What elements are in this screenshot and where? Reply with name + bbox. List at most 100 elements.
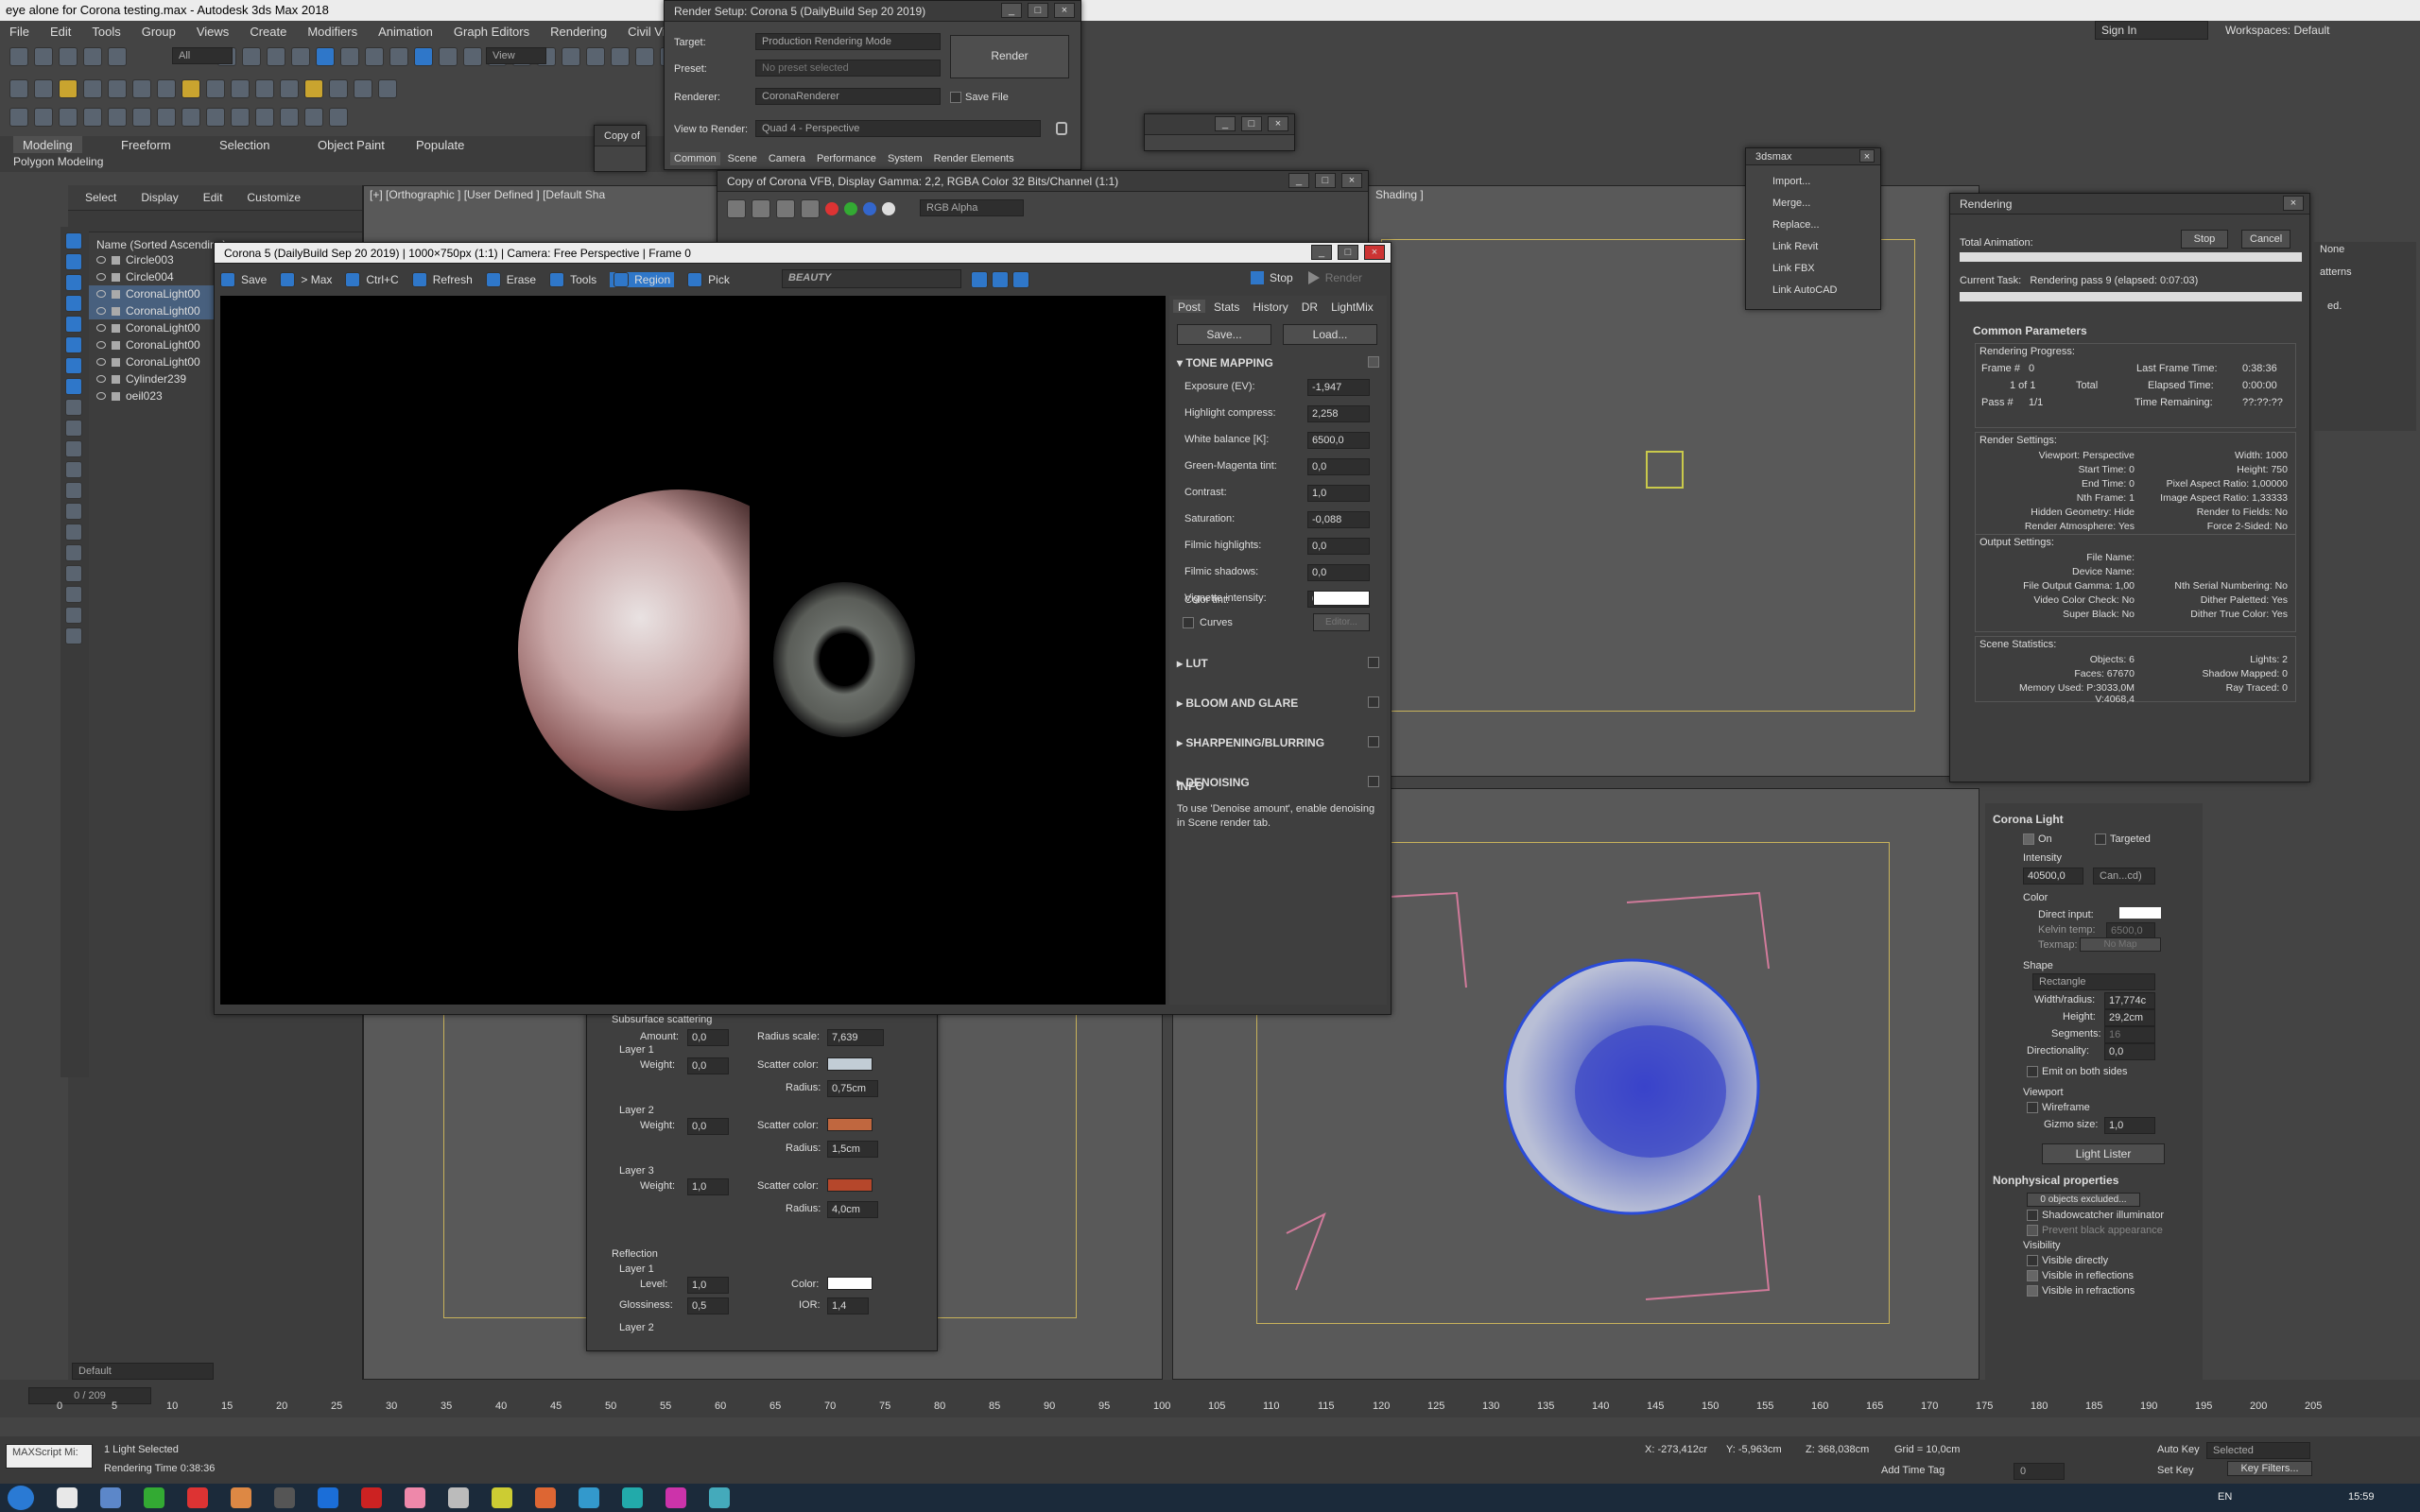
angle-snap-icon[interactable] bbox=[108, 108, 127, 127]
post-save-button[interactable]: Save... bbox=[1177, 324, 1271, 345]
radius-spinner[interactable]: 1,5cm bbox=[827, 1141, 878, 1158]
vfb-tools-button[interactable]: Tools bbox=[549, 272, 596, 287]
light-lister-button[interactable]: Light Lister bbox=[2042, 1143, 2165, 1164]
close-icon[interactable]: × bbox=[1341, 173, 1362, 188]
height-spinner[interactable]: 29,2cm bbox=[2104, 1009, 2155, 1026]
visible-reflections-checkbox[interactable] bbox=[2027, 1270, 2038, 1281]
taskbar-app-icon[interactable] bbox=[535, 1487, 556, 1508]
tm-param-spinner[interactable]: -1,947 bbox=[1307, 379, 1370, 396]
dialog-stub-1[interactable]: _ □ × bbox=[1144, 113, 1295, 151]
red-channel-icon[interactable] bbox=[825, 202, 838, 215]
menu-create[interactable]: Create bbox=[250, 25, 286, 39]
render-setup-titlebar[interactable]: Render Setup: Corona 5 (DailyBuild Sep 2… bbox=[665, 1, 1080, 22]
place-icon[interactable] bbox=[389, 47, 408, 66]
coord-z[interactable]: Z: 368,038cm bbox=[1806, 1444, 1869, 1455]
post-load-button[interactable]: Load... bbox=[1283, 324, 1377, 345]
vfb-tab-stats[interactable]: Stats bbox=[1209, 300, 1244, 314]
green-channel-icon[interactable] bbox=[844, 202, 857, 215]
intensity-spinner[interactable]: 40500,0 bbox=[2023, 868, 2083, 885]
maximize-icon[interactable]: □ bbox=[1241, 116, 1262, 131]
scale-icon[interactable] bbox=[157, 79, 176, 98]
percent-snap-icon[interactable] bbox=[132, 108, 151, 127]
ribbon-subtab[interactable]: Polygon Modeling bbox=[13, 155, 103, 168]
menu-views[interactable]: Views bbox=[197, 25, 229, 39]
common-params-header[interactable]: Common Parameters bbox=[1973, 324, 2087, 337]
viewport-label[interactable]: [+] [Orthographic ] [User Defined ] [Def… bbox=[370, 188, 605, 201]
language-indicator[interactable]: EN bbox=[2218, 1491, 2232, 1503]
vfb-max-button[interactable]: > Max bbox=[280, 272, 332, 287]
explorer-filter-icon[interactable] bbox=[65, 503, 82, 520]
exclude-button[interactable]: 0 objects excluded... bbox=[2027, 1193, 2140, 1207]
se-menu-edit[interactable]: Edit bbox=[203, 191, 223, 204]
select-name-icon[interactable] bbox=[242, 47, 261, 66]
prevent-black-checkbox[interactable] bbox=[2027, 1225, 2038, 1236]
vfb-refresh-button[interactable]: Refresh bbox=[411, 272, 473, 287]
angle-snap-icon[interactable] bbox=[231, 79, 250, 98]
explorer-filter-icon[interactable] bbox=[65, 440, 82, 457]
post-section-checkbox[interactable] bbox=[1368, 696, 1379, 708]
mirror-icon[interactable] bbox=[304, 79, 323, 98]
clone-icon[interactable] bbox=[752, 199, 770, 218]
scale-icon[interactable] bbox=[365, 47, 384, 66]
shape-dropdown[interactable]: Rectangle bbox=[2032, 973, 2155, 990]
explorer-filter-icon[interactable] bbox=[65, 461, 82, 478]
corona-light-title[interactable]: Corona Light bbox=[1993, 813, 2064, 826]
taskbar-app-icon[interactable] bbox=[492, 1487, 512, 1508]
selection-filter-dropdown[interactable]: All bbox=[172, 47, 233, 64]
popup-item-linkfbx[interactable]: Link FBX bbox=[1772, 258, 1854, 280]
vfb-erase-button[interactable]: Erase bbox=[485, 272, 536, 287]
layers-icon[interactable] bbox=[562, 47, 580, 66]
print-icon[interactable] bbox=[776, 199, 795, 218]
window-icon[interactable] bbox=[83, 79, 102, 98]
eye-icon[interactable] bbox=[96, 358, 106, 366]
close-icon[interactable]: × bbox=[1268, 116, 1288, 131]
schematic-icon[interactable] bbox=[280, 108, 299, 127]
targeted-checkbox[interactable] bbox=[2095, 833, 2106, 845]
eye-icon[interactable] bbox=[96, 324, 106, 332]
menu-group[interactable]: Group bbox=[142, 25, 176, 39]
menu-tools[interactable]: Tools bbox=[92, 25, 120, 39]
layers-icon[interactable] bbox=[354, 79, 372, 98]
mono-channel-icon[interactable] bbox=[882, 202, 895, 215]
copy-of-window[interactable]: Copy of bbox=[594, 125, 647, 172]
eye-icon[interactable] bbox=[96, 375, 106, 383]
visible-directly-checkbox[interactable] bbox=[2027, 1255, 2038, 1266]
render-button[interactable]: Render bbox=[950, 35, 1069, 78]
nonphysical-header[interactable]: Nonphysical properties bbox=[1993, 1174, 2118, 1187]
weight-spinner[interactable]: 1,0 bbox=[687, 1178, 729, 1195]
explorer-filter-icon[interactable] bbox=[65, 544, 82, 561]
weight-spinner[interactable]: 0,0 bbox=[687, 1057, 729, 1074]
taskbar-app-icon[interactable] bbox=[622, 1487, 643, 1508]
coord-y[interactable]: Y: -5,963cm bbox=[1726, 1444, 1782, 1455]
taskbar-app-icon[interactable] bbox=[318, 1487, 338, 1508]
move-icon[interactable] bbox=[316, 47, 335, 66]
radius-scale-spinner[interactable]: 7,639 bbox=[827, 1029, 884, 1046]
rotate-icon[interactable] bbox=[340, 47, 359, 66]
place-icon[interactable] bbox=[59, 108, 78, 127]
menu-edit[interactable]: Edit bbox=[50, 25, 71, 39]
texmap-label[interactable]: Texmap: bbox=[2038, 939, 2078, 951]
align-icon[interactable] bbox=[206, 108, 225, 127]
redo-icon[interactable] bbox=[34, 47, 53, 66]
material-editor-icon[interactable] bbox=[304, 108, 323, 127]
maximize-icon[interactable]: □ bbox=[1338, 245, 1358, 260]
close-icon[interactable]: × bbox=[2283, 196, 2304, 211]
save-file-checkbox[interactable] bbox=[950, 92, 961, 103]
vfb-ctrl+c-button[interactable]: Ctrl+C bbox=[345, 272, 399, 287]
taskbar-app-icon[interactable] bbox=[709, 1487, 730, 1508]
explorer-filter-icon[interactable] bbox=[65, 274, 82, 291]
direct-color-swatch[interactable] bbox=[2119, 907, 2161, 919]
minimize-icon[interactable]: _ bbox=[1288, 173, 1309, 188]
renderer-dropdown[interactable]: CoronaRenderer bbox=[755, 88, 941, 105]
auto-key-button[interactable]: Auto Key bbox=[2157, 1444, 2200, 1455]
vfb-tab-dr[interactable]: DR bbox=[1297, 300, 1322, 314]
undo-icon[interactable] bbox=[9, 47, 28, 66]
minimize-icon[interactable]: _ bbox=[1001, 3, 1022, 18]
spinner-snap-icon[interactable] bbox=[280, 79, 299, 98]
explorer-filter-icon[interactable] bbox=[65, 607, 82, 624]
taskbar-app-icon[interactable] bbox=[187, 1487, 208, 1508]
ribbon-tab-selection[interactable]: Selection bbox=[210, 136, 279, 153]
explorer-filter-icon[interactable] bbox=[65, 357, 82, 374]
minimize-icon[interactable]: _ bbox=[1311, 245, 1332, 260]
taskbar-app-icon[interactable] bbox=[579, 1487, 599, 1508]
